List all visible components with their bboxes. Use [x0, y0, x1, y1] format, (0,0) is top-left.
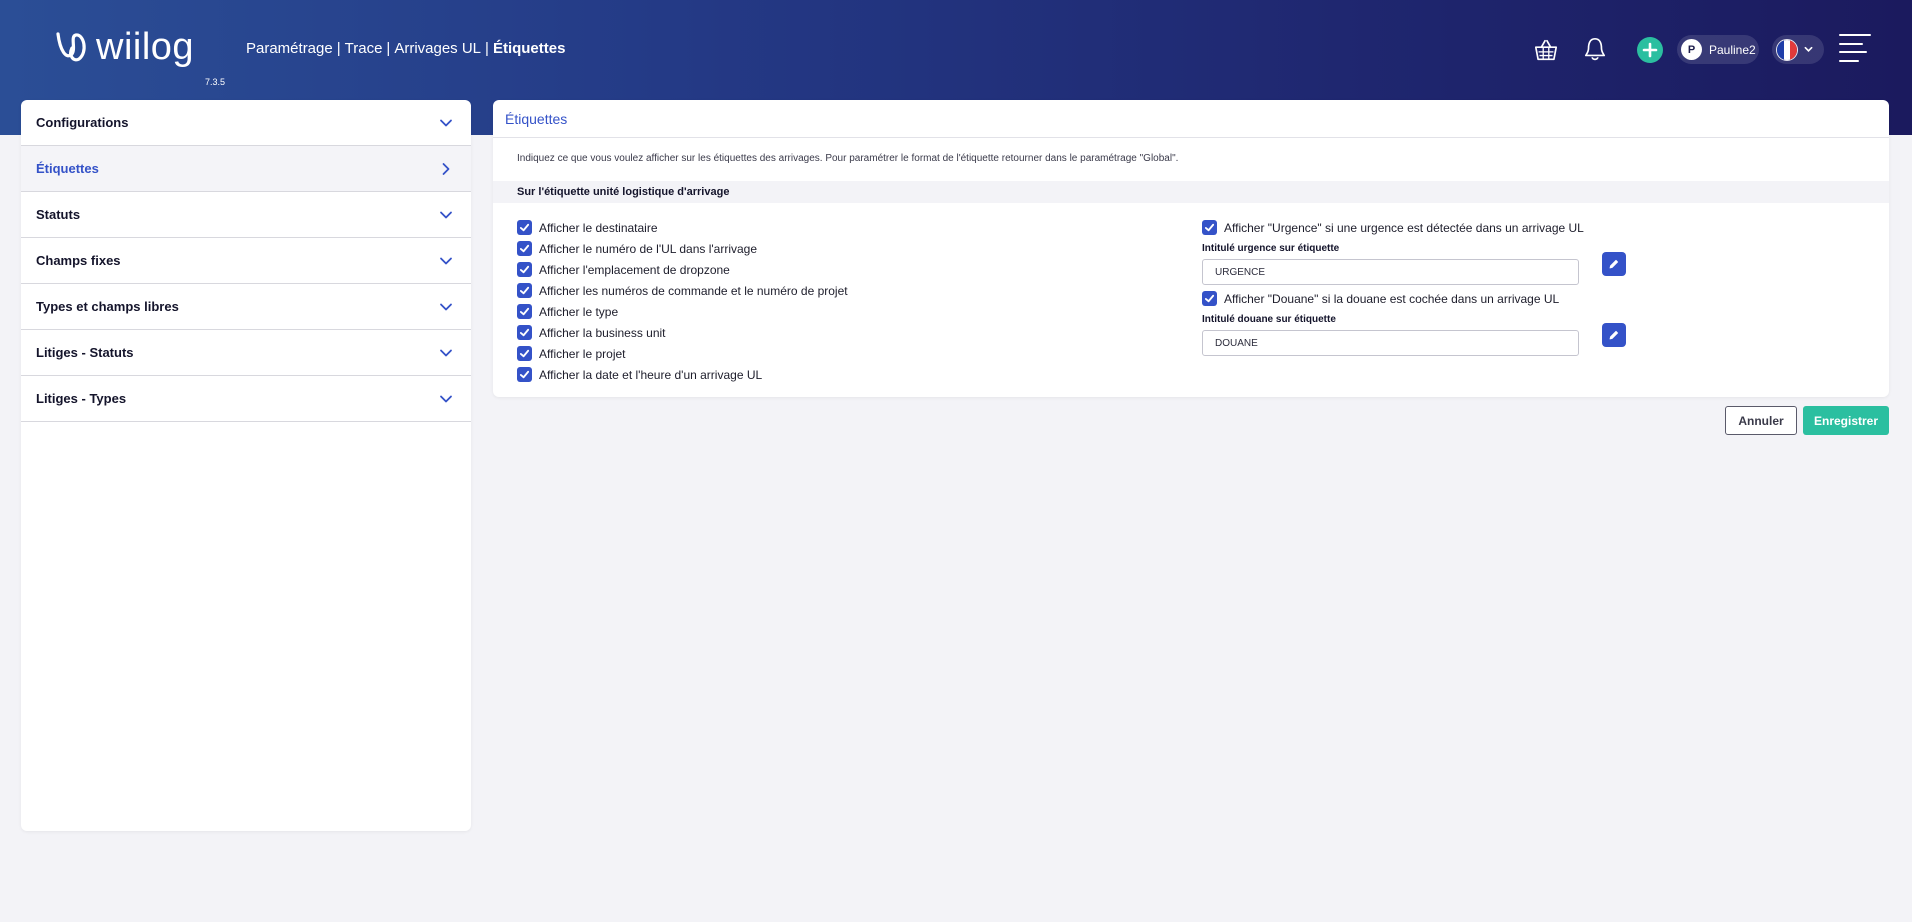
cancel-button[interactable]: Annuler [1725, 406, 1797, 435]
checkbox-label: Afficher le numéro de l'UL dans l'arriva… [539, 241, 758, 256]
checkbox-afficher-business-unit[interactable]: Afficher la business unit [517, 322, 848, 343]
username: Pauline2 [1709, 42, 1756, 57]
checkbox-label: Afficher le type [539, 304, 619, 319]
checkbox-checked-icon[interactable] [517, 262, 532, 277]
urgence-douane-options: Afficher "Urgence" si une urgence est dé… [1202, 217, 1642, 359]
sidebar-item-label: Statuts [36, 207, 81, 222]
edit-douane-button[interactable] [1602, 323, 1626, 347]
user-menu[interactable]: P Pauline2 [1677, 35, 1759, 64]
checkbox-label: Afficher les numéros de commande et le n… [539, 283, 848, 298]
urgence-label-input[interactable]: URGENCE [1202, 259, 1579, 285]
bell-icon[interactable] [1582, 35, 1608, 63]
app-version: 7.3.5 [205, 77, 226, 87]
hamburger-menu-icon[interactable] [1839, 34, 1871, 62]
checkbox-checked-icon[interactable] [1202, 291, 1217, 306]
sidebar-item-etiquettes[interactable]: Étiquettes [21, 146, 471, 192]
sidebar-item-configurations[interactable]: Configurations [21, 100, 471, 146]
checkbox-label: Afficher la date et l'heure d'un arrivag… [539, 367, 763, 382]
logo-mark-icon [56, 32, 86, 62]
chevron-down-icon [1804, 46, 1813, 52]
chevron-down-icon [439, 208, 453, 222]
checkbox-afficher-urgence[interactable]: Afficher "Urgence" si une urgence est dé… [1202, 217, 1642, 238]
quick-add-button[interactable] [1637, 37, 1663, 63]
sidebar-item-statuts[interactable]: Statuts [21, 192, 471, 238]
urgence-field-row: URGENCE [1202, 252, 1642, 288]
checkbox-checked-icon[interactable] [517, 367, 532, 382]
breadcrumb-separator: | [336, 40, 341, 57]
checkbox-label: Afficher "Douane" si la douane est coché… [1224, 291, 1560, 306]
checkbox-afficher-date-heure[interactable]: Afficher la date et l'heure d'un arrivag… [517, 364, 848, 385]
pencil-icon [1609, 330, 1619, 340]
wiilog-logo[interactable]: wiilog [54, 24, 194, 70]
checkbox-label: Afficher le destinataire [539, 220, 658, 235]
checkbox-afficher-emplacement-dropzone[interactable]: Afficher l'emplacement de dropzone [517, 259, 848, 280]
language-selector[interactable] [1772, 35, 1824, 64]
section-title: Sur l'étiquette unité logistique d'arriv… [493, 181, 1889, 203]
douane-field-row: DOUANE [1202, 323, 1642, 359]
basket-icon[interactable] [1532, 36, 1560, 64]
douane-label-input[interactable]: DOUANE [1202, 330, 1579, 356]
checkbox-checked-icon[interactable] [517, 220, 532, 235]
checkbox-afficher-type[interactable]: Afficher le type [517, 301, 848, 322]
avatar: P [1681, 39, 1702, 60]
logo-text: wiilog [96, 26, 195, 68]
checkbox-afficher-numero-ul[interactable]: Afficher le numéro de l'UL dans l'arriva… [517, 238, 848, 259]
sidebar-item-label: Champs fixes [36, 253, 121, 268]
checkbox-afficher-douane[interactable]: Afficher "Douane" si la douane est coché… [1202, 288, 1642, 309]
chevron-down-icon [439, 300, 453, 314]
checkbox-afficher-projet[interactable]: Afficher le projet [517, 343, 848, 364]
edit-urgence-button[interactable] [1602, 252, 1626, 276]
sidebar-item-label: Litiges - Types [36, 391, 127, 406]
checkbox-afficher-destinataire[interactable]: Afficher le destinataire [517, 217, 848, 238]
chevron-down-icon [439, 346, 453, 360]
plus-icon [1642, 42, 1658, 58]
settings-sidebar: Configurations Étiquettes Statuts Champs… [21, 100, 471, 831]
sidebar-item-label: Litiges - Statuts [36, 345, 134, 360]
fr-flag-icon [1776, 38, 1798, 61]
breadcrumb-item-arrivages-ul[interactable]: Arrivages UL [394, 40, 481, 57]
panel-description: Indiquez ce que vous voulez afficher sur… [517, 153, 1179, 164]
checkbox-checked-icon[interactable] [517, 304, 532, 319]
label-options-list: Afficher le destinataire Afficher le num… [517, 217, 848, 385]
chevron-down-icon [439, 116, 453, 130]
checkbox-checked-icon[interactable] [517, 346, 532, 361]
checkbox-label: Afficher la business unit [539, 325, 666, 340]
checkbox-checked-icon[interactable] [517, 241, 532, 256]
checkbox-checked-icon[interactable] [1202, 220, 1217, 235]
chevron-down-icon [439, 254, 453, 268]
sidebar-item-label: Configurations [36, 115, 129, 130]
checkbox-label: Afficher l'emplacement de dropzone [539, 262, 730, 277]
sidebar-item-champs-fixes[interactable]: Champs fixes [21, 238, 471, 284]
chevron-right-icon [439, 162, 453, 176]
etiquettes-panel: Étiquettes Indiquez ce que vous voulez a… [493, 100, 1889, 397]
breadcrumb-separator: | [485, 40, 489, 57]
checkbox-label: Afficher "Urgence" si une urgence est dé… [1224, 220, 1584, 235]
breadcrumb-separator: | [386, 40, 391, 57]
breadcrumb-item-trace[interactable]: Trace [345, 40, 383, 57]
chevron-down-icon [439, 392, 453, 406]
breadcrumb: Paramétrage | Trace | Arrivages UL | Éti… [246, 40, 565, 57]
urgence-field-label: Intitulé urgence sur étiquette [1202, 243, 1340, 254]
sidebar-item-litiges-types[interactable]: Litiges - Types [21, 376, 471, 422]
checkbox-afficher-numeros-commande[interactable]: Afficher les numéros de commande et le n… [517, 280, 848, 301]
checkbox-checked-icon[interactable] [517, 283, 532, 298]
checkbox-checked-icon[interactable] [517, 325, 532, 340]
panel-title: Étiquettes [493, 100, 1889, 138]
save-button[interactable]: Enregistrer [1803, 406, 1889, 435]
sidebar-item-types-champs-libres[interactable]: Types et champs libres [21, 284, 471, 330]
breadcrumb-current: Étiquettes [492, 40, 566, 57]
breadcrumb-item-parametrage[interactable]: Paramétrage [246, 40, 333, 57]
checkbox-label: Afficher le projet [539, 346, 626, 361]
douane-field-label: Intitulé douane sur étiquette [1202, 314, 1336, 325]
sidebar-item-label: Types et champs libres [36, 299, 179, 314]
sidebar-item-label: Étiquettes [36, 161, 99, 176]
pencil-icon [1609, 259, 1619, 269]
sidebar-item-litiges-statuts[interactable]: Litiges - Statuts [21, 330, 471, 376]
